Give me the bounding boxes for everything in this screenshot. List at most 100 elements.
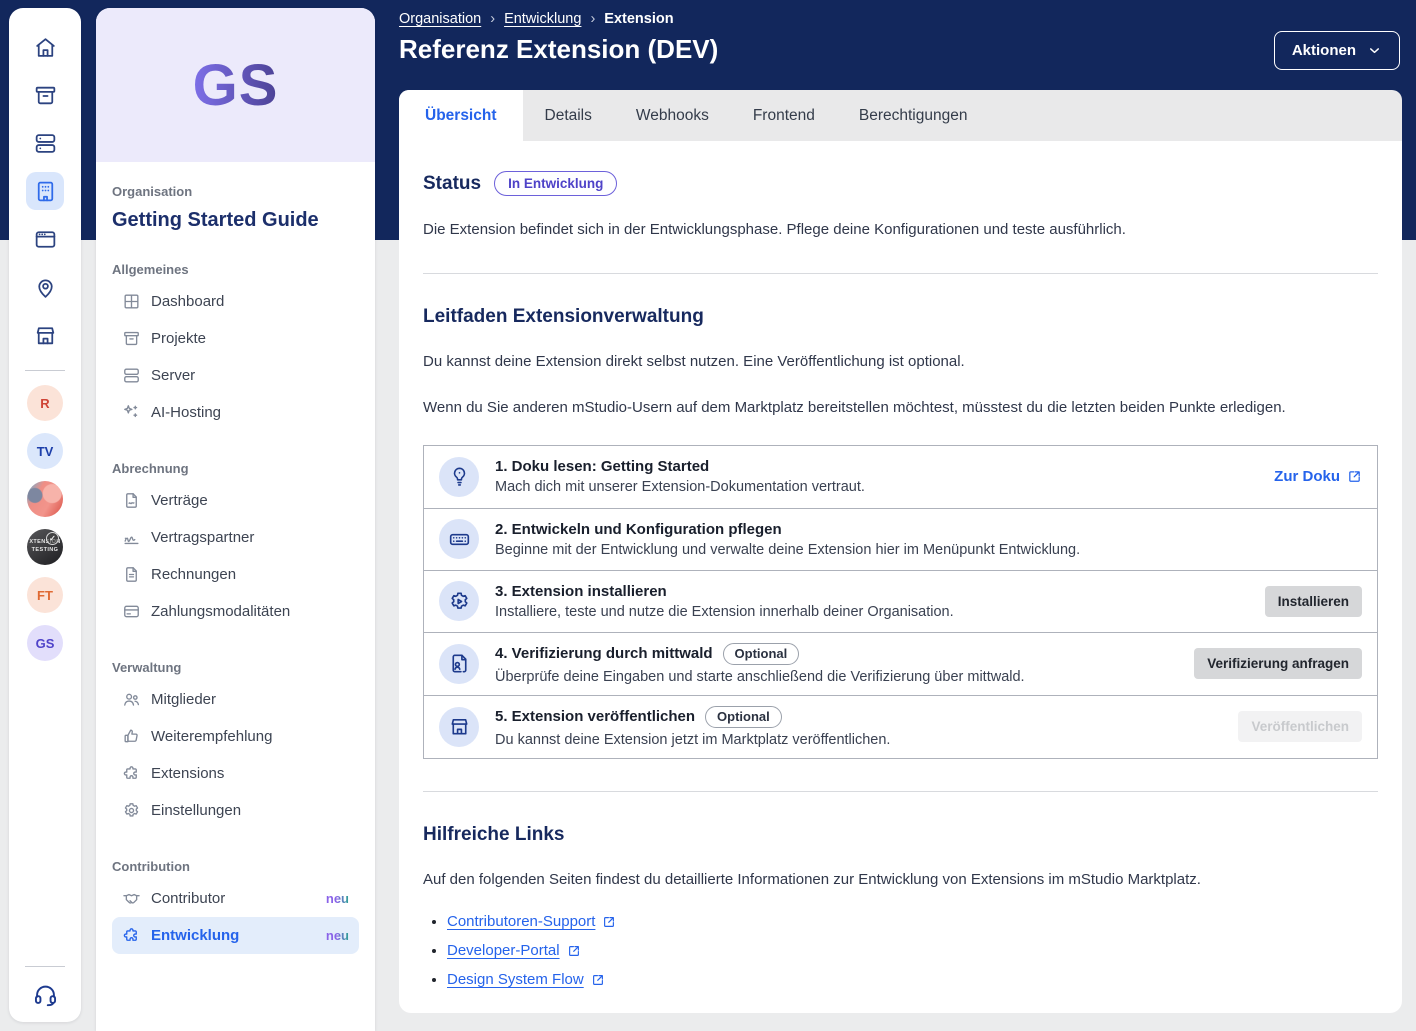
location-pin-icon[interactable] [26,268,64,306]
puzzle-icon [122,926,141,945]
home-icon[interactable] [26,28,64,66]
sidebar-item-vertragspartner[interactable]: Vertragspartner [112,519,359,556]
sidebar-item-weiterempfehlung[interactable]: Weiterempfehlung [112,718,359,755]
list-item: Contributoren-Support [447,913,1378,930]
avatar-initials: FT [37,588,53,603]
contributoren-support-link[interactable]: Contributoren-Support [447,913,616,930]
sidebar-item-rechnungen[interactable]: Rechnungen [112,556,359,593]
rail-bottom [25,960,65,1008]
tab-berechtigungen[interactable]: Berechtigungen [837,90,990,141]
sidebar-item-label: Weiterempfehlung [151,728,272,745]
guide-step: 1. Doku lesen: Getting Started Mach dich… [424,446,1377,508]
guide-heading: Leitfaden Extensionverwaltung [423,306,1378,328]
keyboard-icon [439,519,479,559]
sidebar-item-label: Extensions [151,765,224,782]
rail-divider [25,370,65,371]
actions-button-label: Aktionen [1292,42,1356,59]
veroeffentlichen-button[interactable]: Veröffentlichen [1238,711,1362,742]
avatar[interactable]: FT [27,577,63,613]
status-text: Die Extension befindet sich in der Entwi… [423,218,1353,241]
organisation-logo[interactable]: GS [96,8,375,162]
link-label: Design System Flow [447,971,584,988]
section-divider [423,273,1378,274]
sidebar-item-einstellungen[interactable]: Einstellungen [112,792,359,829]
sidebar-item-contributor[interactable]: Contributor neu [112,880,359,917]
organisation-sidebar: GS Organisation Getting Started Guide Al… [96,8,375,1031]
avatar[interactable]: R [27,385,63,421]
storefront-icon [439,707,479,747]
chevron-right-icon: › [590,11,595,27]
avatar-initials: R [40,396,49,411]
sidebar-item-vertraege[interactable]: Verträge [112,482,359,519]
support-headset-icon[interactable] [32,981,59,1008]
sidebar-item-label: Rechnungen [151,566,236,583]
step-description: Überprüfe deine Eingaben und starte ansc… [495,669,1025,685]
step-title: 5. Extension veröffentlichen Optional [495,706,890,728]
design-system-flow-link[interactable]: Design System Flow [447,971,605,988]
step-description: Installiere, teste und nutze die Extensi… [495,604,954,620]
chevron-right-icon: › [490,11,495,27]
actions-button[interactable]: Aktionen [1274,31,1400,70]
step-title: 3. Extension installieren [495,583,954,600]
tab-uebersicht[interactable]: Übersicht [399,90,523,141]
credit-card-icon [122,602,141,621]
app-window-icon[interactable] [26,220,64,258]
sidebar-item-ai-hosting[interactable]: AI-Hosting [112,394,359,431]
new-badge: neu [326,891,349,906]
sidebar-item-mitglieder[interactable]: Mitglieder [112,681,359,718]
external-link-icon [567,944,581,958]
breadcrumb-link-organisation[interactable]: Organisation [399,11,481,27]
avatar[interactable]: XTENSION TESTING ✓ [27,529,63,565]
marketplace-store-icon[interactable] [26,316,64,354]
optional-badge: Optional [723,643,800,665]
sidebar-item-zahlungsmodalitaeten[interactable]: Zahlungsmodalitäten [112,593,359,630]
avatar[interactable]: TV [27,433,63,469]
breadcrumb-current: Extension [604,11,673,27]
sidebar-item-projekte[interactable]: Projekte [112,320,359,357]
sidebar-item-extensions[interactable]: Extensions [112,755,359,792]
breadcrumb-link-entwicklung[interactable]: Entwicklung [504,11,581,27]
verification-document-icon [439,644,479,684]
organisation-logo-text: GS [193,52,279,119]
zur-doku-link[interactable]: Zur Doku [1274,468,1362,485]
tab-frontend[interactable]: Frontend [731,90,837,141]
thumb-up-icon [122,727,141,746]
guide-intro-1: Du kannst deine Extension direkt selbst … [423,350,1353,373]
organisation-building-icon[interactable] [26,172,64,210]
context-label: Organisation [112,184,359,199]
list-item: Developer-Portal [447,942,1378,959]
installieren-button[interactable]: Installieren [1265,586,1362,617]
external-link-icon [602,915,616,929]
sidebar-item-label: Contributor [151,890,225,907]
tab-details[interactable]: Details [523,90,614,141]
sidebar-item-label: Server [151,367,195,384]
guide-step: 2. Entwickeln und Konfiguration pflegen … [424,508,1377,570]
avatar[interactable]: GS [27,625,63,661]
projects-box-icon[interactable] [26,76,64,114]
tab-webhooks[interactable]: Webhooks [614,90,731,141]
section-divider [423,791,1378,792]
avatar[interactable] [27,481,63,517]
guide-step: 5. Extension veröffentlichen Optional Du… [424,695,1377,758]
link-label: Contributoren-Support [447,913,595,930]
page-title: Referenz Extension (DEV) [399,34,1402,65]
step-description: Beginne mit der Entwicklung und verwalte… [495,542,1080,558]
sidebar-item-server[interactable]: Server [112,357,359,394]
contract-document-icon [122,491,141,510]
server-icon[interactable] [26,124,64,162]
nav-section-label: Contribution [112,859,359,874]
guide-step: 4. Verifizierung durch mittwald Optional… [424,632,1377,695]
sidebar-item-dashboard[interactable]: Dashboard [112,283,359,320]
organisation-name: Getting Started Guide [112,209,359,232]
nav-section-label: Abrechnung [112,461,359,476]
sidebar-item-label: Entwicklung [151,927,239,944]
archive-box-icon [122,329,141,348]
helpful-links-list: Contributoren-Support Developer-Portal D… [423,913,1378,988]
link-label: Developer-Portal [447,942,560,959]
list-item: Design System Flow [447,971,1378,988]
sidebar-item-label: Vertragspartner [151,529,254,546]
sparkles-icon [122,403,141,422]
sidebar-item-entwicklung[interactable]: Entwicklung neu [112,917,359,954]
verifizierung-anfragen-button[interactable]: Verifizierung anfragen [1194,648,1362,679]
developer-portal-link[interactable]: Developer-Portal [447,942,581,959]
